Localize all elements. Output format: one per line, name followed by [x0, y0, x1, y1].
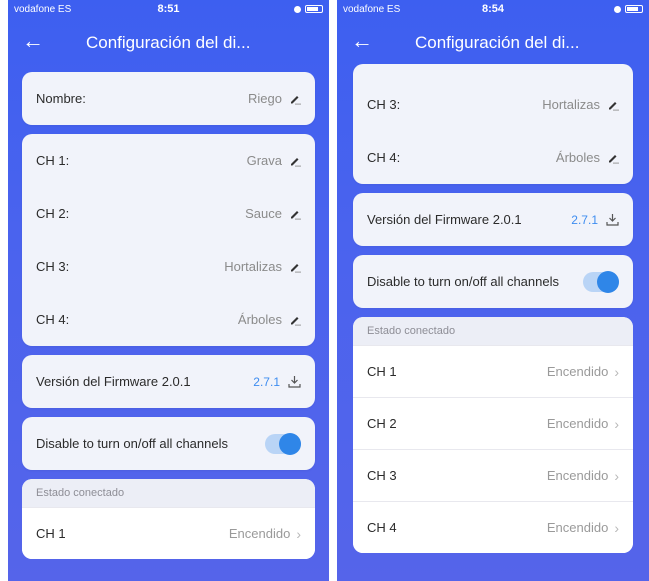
channel-row[interactable]: CH 2: Sauce — [22, 187, 315, 240]
status-bar: vodafone ES 8:54 — [337, 0, 649, 20]
firmware-row[interactable]: Versión del Firmware 2.0.1 2.7.1 — [353, 193, 633, 246]
right-screen: vodafone ES 8:54 ← Configuración del di.… — [337, 0, 649, 581]
channel-state: Encendido — [546, 364, 609, 379]
download-icon[interactable] — [288, 375, 301, 388]
left-screen: vodafone ES 8:51 ← Configuración del di.… — [8, 0, 329, 581]
nav-bar: ← Configuración del di... — [8, 24, 329, 64]
channel-state: Encendido — [546, 468, 609, 483]
channel-row[interactable]: CH 3: Hortalizas — [353, 78, 633, 131]
name-row[interactable]: Nombre: Riego — [22, 72, 315, 125]
list-item[interactable]: CH 2 Encendido › — [353, 397, 633, 449]
estado-card: Estado conectado CH 1 Encendido › — [22, 479, 315, 559]
channel-value: Árboles — [555, 150, 600, 165]
channel-value: Sauce — [245, 206, 282, 221]
list-item[interactable]: CH 1 Encendido › — [22, 507, 315, 559]
channels-card: CH 3: Hortalizas CH 4: Árboles — [353, 64, 633, 184]
battery-icon — [625, 5, 643, 13]
nav-bar: ← Configuración del di... — [337, 24, 649, 64]
pencil-icon[interactable] — [607, 152, 619, 164]
channel-value: Grava — [246, 153, 282, 168]
channel-label: CH 2 — [367, 416, 397, 431]
status-bar: vodafone ES 8:51 — [8, 0, 329, 20]
estado-card: Estado conectado CH 1 Encendido › CH 2 En… — [353, 317, 633, 553]
list-item[interactable]: CH 3 Encendido › — [353, 449, 633, 501]
firmware-label: Versión del Firmware 2.0.1 — [36, 374, 191, 389]
channel-label: CH 4: — [36, 312, 70, 327]
page-title: Configuración del di... — [415, 33, 580, 52]
download-icon[interactable] — [606, 213, 619, 226]
toggle-card: Disable to turn on/off all channels — [22, 417, 315, 470]
status-time: 8:54 — [481, 3, 505, 15]
firmware-label: Versión del Firmware 2.0.1 — [367, 212, 522, 227]
channel-label: CH 2: — [36, 206, 70, 221]
chevron-right-icon: › — [296, 525, 301, 542]
channel-value: Árboles — [237, 312, 282, 327]
firmware-card: Versión del Firmware 2.0.1 2.7.1 — [353, 193, 633, 246]
back-arrow-icon[interactable]: ← — [22, 30, 44, 52]
disable-toggle[interactable] — [583, 270, 619, 293]
channel-row[interactable]: CH 4: Árboles — [353, 131, 633, 184]
chevron-right-icon: › — [614, 363, 619, 380]
channel-label: CH 3: — [36, 259, 70, 274]
channel-label: CH 1: — [36, 153, 70, 168]
alarm-icon — [614, 5, 621, 13]
channels-card: CH 1: Grava CH 2: Sauce CH 3: Hortalizas… — [22, 134, 315, 346]
toggle-row: Disable to turn on/off all channels — [22, 417, 315, 470]
firmware-version-value: 2.7.1 — [253, 374, 280, 389]
toggle-label: Disable to turn on/off all channels — [36, 436, 228, 451]
alarm-icon — [294, 5, 301, 13]
name-card: Nombre: Riego — [22, 72, 315, 125]
channel-state: Encendido — [228, 526, 291, 541]
name-value: Riego — [248, 91, 282, 106]
pencil-icon[interactable] — [607, 99, 619, 111]
toggle-card: Disable to turn on/off all channels — [353, 255, 633, 308]
pencil-icon[interactable] — [289, 155, 301, 167]
channel-state: Encendido — [546, 416, 609, 431]
channel-value: Hortalizas — [542, 97, 600, 112]
name-label: Nombre: — [36, 91, 86, 106]
section-header: Estado conectado — [22, 479, 315, 507]
channel-label: CH 3: — [367, 97, 401, 112]
channel-label: CH 4 — [367, 520, 397, 535]
channel-row[interactable]: CH 1: Grava — [22, 134, 315, 187]
status-time: 8:51 — [157, 3, 180, 15]
channel-value: Hortalizas — [224, 259, 282, 274]
page-title: Configuración del di... — [86, 33, 251, 52]
pencil-icon[interactable] — [289, 261, 301, 273]
firmware-row[interactable]: Versión del Firmware 2.0.1 2.7.1 — [22, 355, 315, 408]
firmware-card: Versión del Firmware 2.0.1 2.7.1 — [22, 355, 315, 408]
list-item[interactable]: CH 4 Encendido › — [353, 501, 633, 553]
channel-row[interactable]: CH 4: Árboles — [22, 293, 315, 346]
chevron-right-icon: › — [614, 467, 619, 484]
section-header: Estado conectado — [353, 317, 633, 345]
pencil-icon[interactable] — [289, 314, 301, 326]
channel-row[interactable]: CH 3: Hortalizas — [22, 240, 315, 293]
channel-label: CH 3 — [367, 468, 397, 483]
back-arrow-icon[interactable]: ← — [351, 30, 373, 52]
settings-content: Nombre: Riego CH 1: Grava CH 2: Sauce CH… — [22, 72, 315, 581]
pencil-icon[interactable] — [289, 93, 301, 105]
channel-state: Encendido — [546, 520, 609, 535]
chevron-right-icon: › — [614, 519, 619, 536]
chevron-right-icon: › — [614, 415, 619, 432]
channel-label: CH 4: — [367, 150, 401, 165]
list-item[interactable]: CH 1 Encendido › — [353, 345, 633, 397]
toggle-row: Disable to turn on/off all channels — [353, 255, 633, 308]
toggle-label: Disable to turn on/off all channels — [367, 274, 559, 289]
firmware-version-value: 2.7.1 — [571, 212, 598, 227]
channel-label: CH 1 — [36, 526, 66, 541]
battery-icon — [305, 5, 323, 13]
disable-toggle[interactable] — [265, 432, 301, 455]
settings-content: CH 3: Hortalizas CH 4: Árboles Versión d… — [353, 64, 633, 581]
pencil-icon[interactable] — [289, 208, 301, 220]
channel-label: CH 1 — [367, 364, 397, 379]
